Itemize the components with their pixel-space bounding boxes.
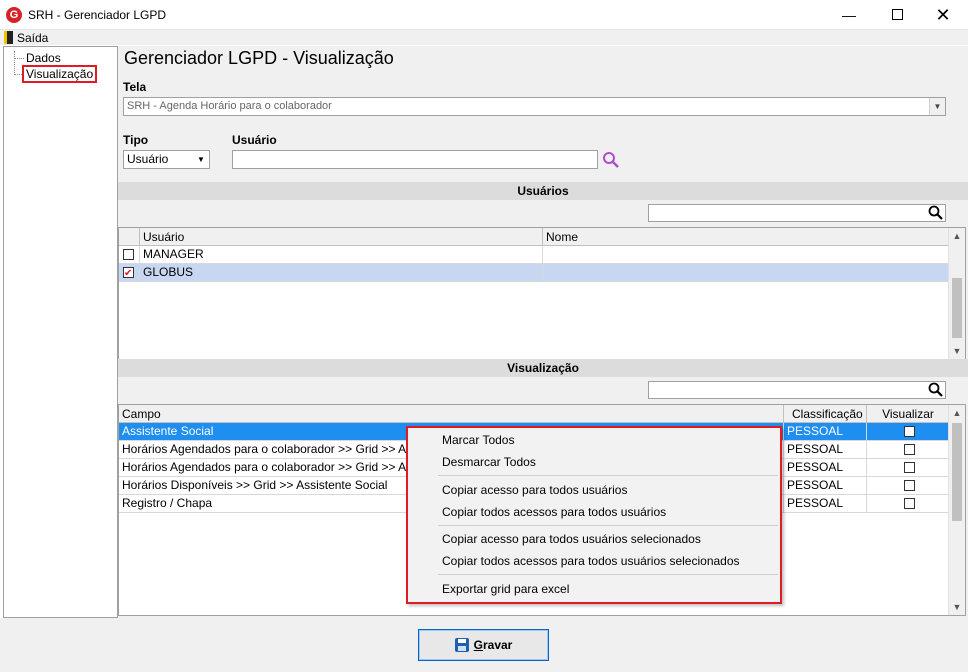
exit-door-icon	[4, 31, 13, 44]
window-title: SRH - Gerenciador LGPD	[28, 8, 167, 22]
cell-nome	[543, 246, 949, 263]
checkbox-column-header	[119, 228, 140, 246]
search-icon	[928, 205, 943, 220]
row-checkbox[interactable]	[123, 249, 134, 261]
cell-usuario: GLOBUS	[140, 264, 543, 281]
cell-classificacao: PESSOAL	[784, 459, 867, 476]
save-button[interactable]: Gravar	[418, 629, 549, 661]
menu-separator	[438, 475, 778, 476]
tree-item-dados[interactable]: Dados	[24, 51, 63, 65]
column-header-visualizar[interactable]: Visualizar	[867, 405, 949, 423]
chevron-down-icon: ▼	[929, 98, 945, 115]
menu-item-exportar-excel[interactable]: Exportar grid para excel	[442, 578, 569, 600]
scroll-up-icon[interactable]: ▲	[949, 228, 965, 244]
maximize-icon	[891, 9, 903, 21]
visualizar-checkbox[interactable]	[904, 444, 915, 456]
column-header-nome[interactable]: Nome	[543, 228, 949, 246]
usuarios-section-title: Usuários	[118, 182, 968, 200]
cell-classificacao: PESSOAL	[784, 423, 867, 440]
cell-visualizar[interactable]	[867, 495, 949, 512]
menu-item-copiar-acesso-todos[interactable]: Copiar acesso para todos usuários	[442, 479, 627, 501]
column-header-usuario[interactable]: Usuário	[140, 228, 543, 246]
visualizar-checkbox[interactable]	[904, 426, 915, 438]
column-header-classificacao[interactable]: Classificação	[784, 405, 867, 423]
cell-classificacao: PESSOAL	[784, 477, 867, 494]
visualizacao-filter-input[interactable]	[648, 381, 946, 399]
cell-visualizar[interactable]	[867, 423, 949, 440]
usuario-input[interactable]	[232, 150, 598, 169]
visualizacao-grid-header: Campo Classificação Visualizar	[119, 405, 949, 423]
search-icon	[928, 382, 943, 397]
menu-item-copiar-todos-acessos-selecionados[interactable]: Copiar todos acessos para todos usuários…	[442, 550, 740, 572]
navigation-tree: Dados Visualização	[3, 46, 118, 618]
save-button-label: Gravar	[474, 638, 513, 652]
visualizar-checkbox[interactable]	[904, 498, 915, 510]
menu-item-desmarcar-todos[interactable]: Desmarcar Todos	[442, 451, 536, 473]
scroll-thumb[interactable]	[952, 278, 962, 338]
tela-select-value: SRH - Agenda Horário para o colaborador	[127, 100, 332, 112]
scroll-up-icon[interactable]: ▲	[949, 405, 965, 421]
menu-bar: Saída	[0, 30, 968, 45]
app-logo-icon: G	[6, 7, 22, 23]
tree-item-visualizacao[interactable]: Visualização	[22, 65, 98, 83]
menu-item-copiar-acesso-selecionados[interactable]: Copiar acesso para todos usuários seleci…	[442, 528, 701, 550]
column-header-campo[interactable]: Campo	[119, 405, 784, 423]
table-row[interactable]: GLOBUS	[119, 264, 949, 282]
save-button-label-rest: ravar	[482, 638, 513, 652]
page-title: Gerenciador LGPD - Visualização	[124, 48, 394, 68]
menu-separator	[438, 574, 778, 575]
maximize-button[interactable]	[874, 0, 920, 30]
cell-visualizar[interactable]	[867, 477, 949, 494]
tela-select[interactable]: SRH - Agenda Horário para o colaborador …	[123, 97, 946, 116]
save-button-accelerator: G	[473, 638, 483, 652]
cell-nome	[543, 264, 949, 281]
tela-label: Tela	[123, 80, 147, 94]
usuarios-filter-input[interactable]	[648, 204, 946, 222]
usuarios-scrollbar[interactable]: ▲ ▼	[948, 228, 965, 359]
tree-connector	[14, 51, 15, 75]
scroll-thumb[interactable]	[952, 423, 962, 521]
minimize-button[interactable]: —	[826, 0, 872, 30]
scroll-down-icon[interactable]: ▼	[949, 599, 965, 615]
row-checkbox-cell[interactable]	[119, 264, 140, 281]
window-titlebar: G SRH - Gerenciador LGPD — ✕	[0, 0, 968, 30]
context-menu: Marcar Todos Desmarcar Todos Copiar aces…	[406, 426, 782, 604]
cell-classificacao: PESSOAL	[784, 495, 867, 512]
cell-usuario: MANAGER	[140, 246, 543, 263]
visualizacao-filter-button[interactable]	[927, 381, 945, 399]
menu-exit[interactable]: Saída	[4, 30, 48, 45]
visualizacao-section-title: Visualização	[118, 359, 968, 377]
menu-separator	[438, 525, 778, 526]
menu-exit-label: Saída	[17, 30, 49, 45]
usuarios-filter-button[interactable]	[927, 204, 945, 222]
usuario-search-button[interactable]	[601, 150, 621, 170]
scroll-down-icon[interactable]: ▼	[949, 343, 965, 359]
close-button[interactable]: ✕	[920, 0, 966, 30]
menu-item-copiar-todos-acessos-todos[interactable]: Copiar todos acessos para todos usuários	[442, 501, 666, 523]
footer-bar: Gravar	[0, 618, 968, 672]
tipo-select-value: Usuário	[127, 152, 169, 166]
visualizar-checkbox[interactable]	[904, 462, 915, 474]
visualizar-checkbox[interactable]	[904, 480, 915, 492]
tipo-label: Tipo	[123, 133, 149, 147]
table-row[interactable]: MANAGER	[119, 246, 949, 264]
usuario-label: Usuário	[232, 133, 277, 147]
tree-connector	[14, 58, 24, 59]
cell-visualizar[interactable]	[867, 441, 949, 458]
chevron-down-icon: ▼	[193, 151, 209, 168]
row-checkbox-cell[interactable]	[119, 246, 140, 263]
menu-item-marcar-todos[interactable]: Marcar Todos	[442, 429, 514, 451]
cell-classificacao: PESSOAL	[784, 441, 867, 458]
visualizacao-scrollbar[interactable]: ▲ ▼	[948, 405, 965, 615]
usuarios-grid: Usuário Nome MANAGER GLOBUS ▲ ▼	[118, 227, 966, 360]
search-icon	[603, 152, 619, 168]
row-checkbox-checked[interactable]	[123, 265, 134, 281]
tipo-select[interactable]: Usuário ▼	[123, 150, 210, 169]
cell-visualizar[interactable]	[867, 459, 949, 476]
floppy-disk-icon	[454, 638, 469, 652]
usuarios-grid-header: Usuário Nome	[119, 228, 949, 246]
